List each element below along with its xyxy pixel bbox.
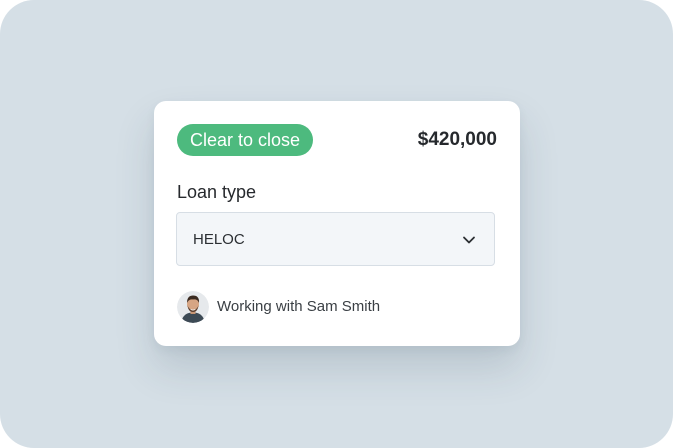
- loan-type-value: HELOC: [193, 231, 245, 248]
- loan-amount: $420,000: [417, 129, 497, 150]
- status-badge: Clear to close: [177, 124, 314, 156]
- assignee-row: Working with Sam Smith: [177, 291, 380, 323]
- avatar: [177, 291, 209, 323]
- loan-type-select[interactable]: HELOC: [176, 212, 495, 266]
- loan-card: Clear to close $420,000 Loan type HELOC: [154, 101, 520, 346]
- loan-type-label: Loan type: [177, 182, 257, 202]
- chevron-down-icon: [463, 236, 475, 244]
- assignee-text: Working with Sam Smith: [217, 298, 381, 315]
- background-canvas: Clear to close $420,000 Loan type HELOC: [0, 0, 673, 448]
